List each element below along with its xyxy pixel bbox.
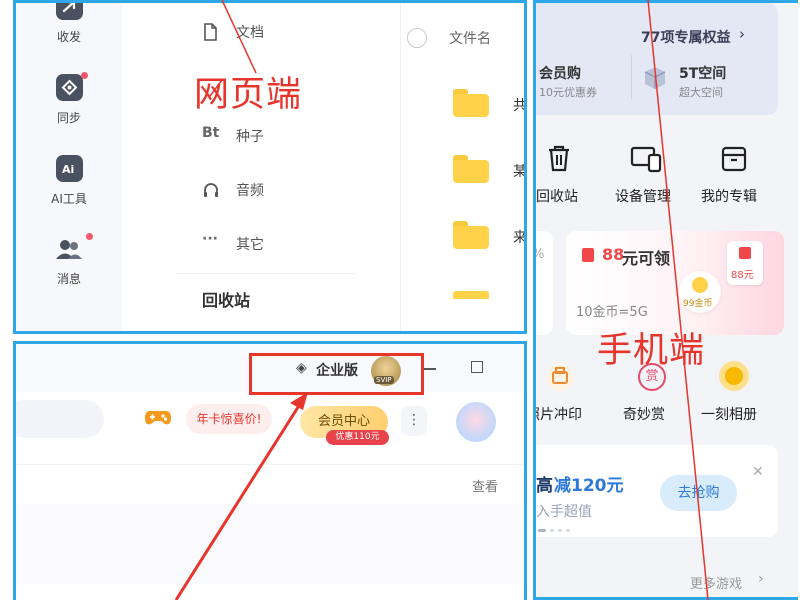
web-client-annotation: 网页端: [194, 75, 303, 115]
mobile-client-annotation: 手机端: [597, 331, 706, 371]
annotation-arrows: [174, 0, 709, 600]
